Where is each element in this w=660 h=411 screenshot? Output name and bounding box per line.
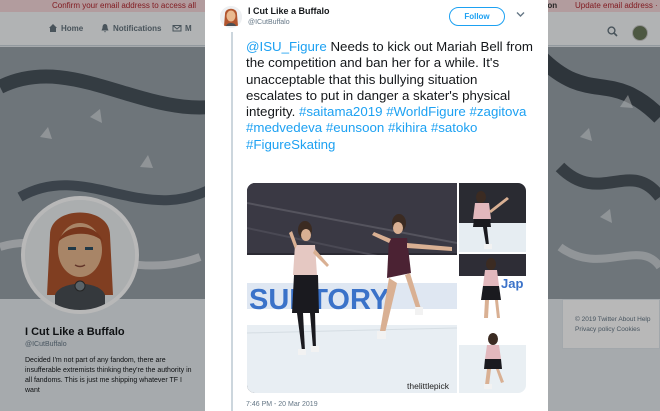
hashtag-link[interactable]: #FigureSkating <box>246 137 335 152</box>
follow-button[interactable]: Follow <box>449 7 505 26</box>
media-photo-thumb-2[interactable]: Jap <box>459 254 526 323</box>
tweet-media-grid[interactable]: SUNTORY thelittlepick Jap <box>247 183 526 393</box>
skaters-photo: SUNTORY <box>247 183 457 393</box>
author-avatar-image <box>220 6 242 28</box>
skater-photo-3 <box>459 325 526 393</box>
media-photo-main[interactable]: SUNTORY thelittlepick <box>247 183 457 393</box>
tweet-author-name[interactable]: I Cut Like a Buffalo <box>248 6 330 16</box>
skater-photo-2: Jap <box>459 254 526 323</box>
board-advert-text-small: Jap <box>501 276 523 291</box>
skater-photo-1 <box>459 183 526 252</box>
hashtag-link[interactable]: #eunsoon <box>326 120 384 135</box>
hashtag-link[interactable]: #medvedeva <box>246 120 322 135</box>
tweet-timestamp[interactable]: 7:46 PM - 20 Mar 2019 <box>246 401 318 408</box>
hashtag-link[interactable]: #WorldFigure <box>386 104 466 119</box>
chevron-down-icon[interactable] <box>516 11 525 18</box>
tweet-author-handle[interactable]: @ICutBuffalo <box>248 19 290 26</box>
media-photo-thumb-1[interactable] <box>459 183 526 252</box>
photo-watermark: thelittlepick <box>407 381 450 391</box>
hashtag-link[interactable]: #kihira <box>388 120 427 135</box>
hashtag-link[interactable]: #zagitova <box>470 104 527 119</box>
tweet-author-avatar[interactable] <box>220 6 242 28</box>
hashtag-link[interactable]: #satoko <box>431 120 478 135</box>
mention-link[interactable]: @ISU_Figure <box>246 39 327 54</box>
tweet-modal: I Cut Like a Buffalo @ICutBuffalo Follow… <box>205 0 548 411</box>
board-advert-text: SUNTORY <box>249 284 389 316</box>
media-photo-thumb-3[interactable] <box>459 325 526 393</box>
hashtag-link[interactable]: #saitama2019 <box>299 104 383 119</box>
thread-line <box>231 32 233 411</box>
tweet-text: @ISU_Figure Needs to kick out Mariah Bel… <box>246 39 536 153</box>
